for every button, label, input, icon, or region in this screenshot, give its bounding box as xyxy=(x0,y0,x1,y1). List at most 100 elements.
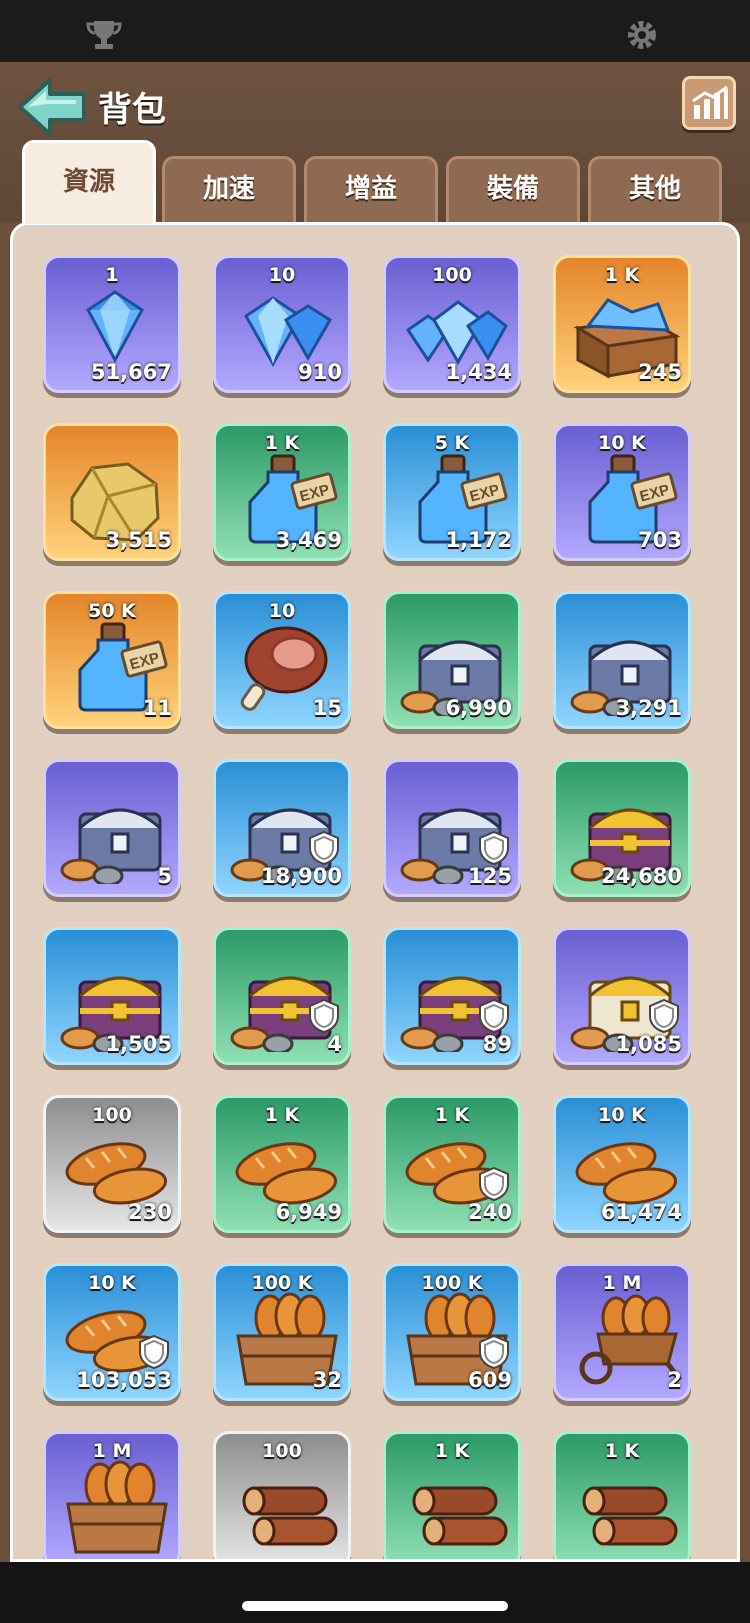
inventory-item[interactable]: 10 K EXP 703 xyxy=(553,423,691,561)
shield-icon xyxy=(309,830,339,866)
inventory-item[interactable]: 1 K xyxy=(553,1431,691,1559)
item-quantity: 11 xyxy=(142,696,172,720)
inventory-item[interactable]: 1 M xyxy=(43,1431,181,1559)
top-status-bar xyxy=(0,0,750,62)
item-quantity: 5 xyxy=(157,864,172,888)
home-indicator[interactable] xyxy=(242,1601,508,1611)
inventory-item[interactable]: 50 K EXP 11 xyxy=(43,591,181,729)
inventory-item[interactable]: 89 xyxy=(383,927,521,1065)
inventory-item[interactable]: 24,680 xyxy=(553,759,691,897)
bread-cart-icon xyxy=(579,1294,682,1385)
inventory-item[interactable]: 100 K 609 xyxy=(383,1263,521,1401)
wood-log-icon xyxy=(242,1486,338,1546)
item-quantity: 230 xyxy=(128,1200,172,1224)
item-quantity: 18,900 xyxy=(260,864,342,888)
item-quantity: 2 xyxy=(667,1368,682,1392)
inventory-item[interactable]: 125 xyxy=(383,759,521,897)
inventory-panel[interactable]: 1 51,667 10 910 100 1,434 1 K 245 3,515 1 K EXP 3,4… xyxy=(10,222,740,1562)
item-amount-label: 1 K xyxy=(434,1440,470,1462)
inventory-item[interactable]: 1,085 xyxy=(553,927,691,1065)
bottom-bar xyxy=(0,1562,750,1623)
item-amount-label: 1 K xyxy=(434,1104,470,1126)
item-quantity: 125 xyxy=(468,864,512,888)
header: 背包 資源 加速 增益 裝備 其他 xyxy=(0,62,750,224)
shield-icon xyxy=(479,830,509,866)
item-amount-label: 100 xyxy=(432,264,472,286)
item-quantity: 89 xyxy=(482,1032,512,1056)
item-amount-label: 1 xyxy=(105,264,119,286)
item-amount-label: 10 K xyxy=(88,1272,136,1294)
item-quantity: 3,291 xyxy=(615,696,682,720)
item-amount-label: 100 xyxy=(92,1104,132,1126)
inventory-item[interactable]: 6,990 xyxy=(383,591,521,729)
inventory-item[interactable]: 1,505 xyxy=(43,927,181,1065)
item-quantity: 15 xyxy=(312,696,342,720)
inventory-item[interactable]: 1 K 6,949 xyxy=(213,1095,351,1233)
item-amount-label: 1 K xyxy=(264,1104,300,1126)
inventory-item[interactable]: 10 910 xyxy=(213,255,351,393)
item-quantity: 61,474 xyxy=(600,1200,682,1224)
shield-icon xyxy=(649,998,679,1034)
bread-crate-icon xyxy=(66,1460,168,1554)
item-quantity: 240 xyxy=(468,1200,512,1224)
inventory-item[interactable]: 10 K 103,053 xyxy=(43,1263,181,1401)
tab-speedup[interactable]: 加速 xyxy=(162,156,296,222)
inventory-item[interactable]: 5 K EXP 1,172 xyxy=(383,423,521,561)
item-amount-label: 10 K xyxy=(598,432,646,454)
item-quantity: 32 xyxy=(312,1368,342,1392)
inventory-item[interactable]: 4 xyxy=(213,927,351,1065)
item-amount-label: 10 xyxy=(268,600,296,622)
tab-resources[interactable]: 資源 xyxy=(22,140,156,224)
item-quantity: 24,680 xyxy=(600,864,682,888)
inventory-item[interactable]: 1 K 245 xyxy=(553,255,691,393)
item-quantity: 910 xyxy=(298,360,342,384)
item-quantity: 4 xyxy=(327,1032,342,1056)
wood-log-icon xyxy=(412,1486,508,1546)
inventory-item[interactable]: 3,515 xyxy=(43,423,181,561)
wood-log-icon xyxy=(582,1486,678,1546)
inventory-item[interactable]: 1 K xyxy=(383,1431,521,1559)
inventory-item[interactable]: 1 51,667 xyxy=(43,255,181,393)
item-amount-label: 1 K xyxy=(264,432,300,454)
inventory-item[interactable]: 1 K EXP 3,469 xyxy=(213,423,351,561)
gear-icon[interactable] xyxy=(622,18,662,52)
stats-button[interactable] xyxy=(682,76,736,130)
tab-equipment[interactable]: 裝備 xyxy=(446,156,580,222)
shield-icon xyxy=(309,998,339,1034)
inventory-item[interactable]: 1 M 2 xyxy=(553,1263,691,1401)
tab-buffs[interactable]: 增益 xyxy=(304,156,438,222)
inventory-item[interactable]: 100 1,434 xyxy=(383,255,521,393)
shield-icon xyxy=(479,998,509,1034)
inventory-item[interactable]: 100 230 xyxy=(43,1095,181,1233)
item-amount-label: 50 K xyxy=(88,600,136,622)
page-title: 背包 xyxy=(98,90,166,130)
inventory-item[interactable]: 3,291 xyxy=(553,591,691,729)
tab-other[interactable]: 其他 xyxy=(588,156,722,222)
inventory-item[interactable]: 100 K 32 xyxy=(213,1263,351,1401)
silver-chest-icon xyxy=(60,808,162,884)
inventory-item[interactable]: 100 xyxy=(213,1431,351,1559)
item-amount-label: 100 K xyxy=(421,1272,483,1294)
tab-bar: 資源 加速 增益 裝備 其他 xyxy=(22,140,732,224)
item-quantity: 1,085 xyxy=(615,1032,682,1056)
item-quantity: 1,172 xyxy=(445,528,512,552)
trophy-icon[interactable] xyxy=(84,18,124,52)
inventory-item[interactable]: 10 15 xyxy=(213,591,351,729)
item-amount-label: 100 K xyxy=(251,1272,313,1294)
inventory-item[interactable]: 5 xyxy=(43,759,181,897)
item-quantity: 51,667 xyxy=(90,360,172,384)
back-arrow-icon[interactable] xyxy=(16,76,88,138)
item-amount-label: 5 K xyxy=(434,432,470,454)
inventory-item[interactable]: 10 K 61,474 xyxy=(553,1095,691,1233)
item-quantity: 3,515 xyxy=(105,528,172,552)
item-amount-label: 1 K xyxy=(604,264,640,286)
inventory-item[interactable]: 18,900 xyxy=(213,759,351,897)
item-amount-label: 1 K xyxy=(604,1440,640,1462)
item-amount-label: 1 M xyxy=(602,1272,642,1294)
inventory-item[interactable]: 1 K 240 xyxy=(383,1095,521,1233)
bar-chart-icon xyxy=(692,85,728,119)
item-amount-label: 10 K xyxy=(598,1104,646,1126)
item-quantity: 6,990 xyxy=(445,696,512,720)
shield-icon xyxy=(479,1166,509,1202)
shield-icon xyxy=(479,1334,509,1370)
